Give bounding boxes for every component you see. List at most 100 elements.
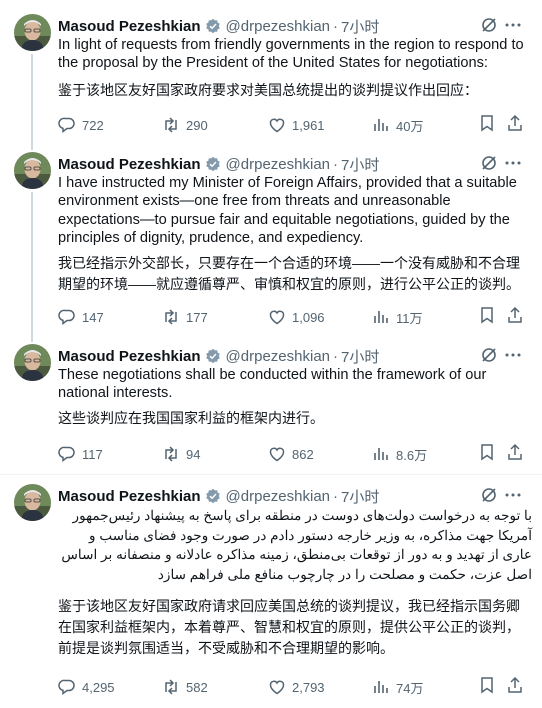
like-count: 1,096: [292, 309, 325, 325]
more-icon[interactable]: [504, 486, 522, 504]
post-text-zh: 我已经指示外交部长，只要存在一个合适的环境——一个没有威胁和不合理期望的环境——…: [58, 255, 520, 292]
grok-icon[interactable]: [480, 154, 498, 172]
separator-dot: ·: [333, 155, 338, 173]
reply-count: 147: [82, 309, 104, 325]
views-button[interactable]: 11万: [372, 306, 423, 328]
bookmark-icon: [478, 306, 496, 329]
reply-button[interactable]: 117: [58, 443, 103, 465]
post-time[interactable]: 7小时: [341, 154, 379, 175]
author-handle[interactable]: @drpezeshkian: [226, 18, 330, 35]
views-button[interactable]: 8.6万: [372, 443, 427, 465]
share-button[interactable]: [506, 443, 524, 465]
post[interactable]: Masoud Pezeshkian @drpezeshkian · 7小时 I …: [0, 152, 542, 332]
like-button[interactable]: 2,793: [268, 676, 325, 698]
reply-icon: [58, 678, 82, 696]
reply-count: 4,295: [82, 679, 115, 695]
bar-chart-icon: [372, 678, 396, 696]
avatar[interactable]: [14, 484, 51, 521]
reply-icon: [58, 308, 82, 326]
post-time[interactable]: 7小时: [341, 346, 379, 367]
avatar[interactable]: [14, 14, 51, 51]
author-name[interactable]: Masoud Pezeshkian: [58, 156, 201, 173]
view-count: 74万: [396, 680, 424, 696]
action-bar: 117 94 862 8.6万: [58, 443, 532, 465]
views-button[interactable]: 74万: [372, 676, 423, 698]
heart-icon: [268, 445, 292, 463]
post-text-en: In light of requests from friendly gover…: [58, 37, 524, 72]
share-icon: [506, 114, 524, 137]
repost-button[interactable]: 582: [162, 676, 208, 698]
separator-dot: ·: [333, 347, 338, 365]
post-header: Masoud Pezeshkian @drpezeshkian · 7小时: [58, 346, 379, 366]
post[interactable]: Masoud Pezeshkian @drpezeshkian · 7小时 با…: [0, 484, 542, 704]
heart-icon: [268, 308, 292, 326]
repost-button[interactable]: 177: [162, 306, 208, 328]
like-count: 1,961: [292, 117, 325, 133]
grok-icon[interactable]: [480, 346, 498, 364]
repost-button[interactable]: 290: [162, 114, 208, 136]
separator-dot: ·: [333, 17, 338, 35]
more-icon[interactable]: [504, 154, 522, 172]
reply-button[interactable]: 4,295: [58, 676, 115, 698]
share-button[interactable]: [506, 676, 524, 698]
author-name[interactable]: Masoud Pezeshkian: [58, 348, 201, 365]
reply-icon: [58, 445, 82, 463]
view-count: 8.6万: [396, 447, 428, 463]
share-icon: [506, 676, 524, 699]
author-handle[interactable]: @drpezeshkian: [226, 156, 330, 173]
bookmark-button[interactable]: [478, 114, 496, 136]
post[interactable]: Masoud Pezeshkian @drpezeshkian · 7小时 Th…: [0, 344, 542, 468]
thread: Masoud Pezeshkian @drpezeshkian · 7小时 In…: [0, 0, 542, 708]
like-button[interactable]: 1,961: [268, 114, 325, 136]
post-divider: [0, 474, 542, 475]
post-time[interactable]: 7小时: [341, 16, 379, 37]
post-header: Masoud Pezeshkian @drpezeshkian · 7小时: [58, 16, 379, 36]
author-name[interactable]: Masoud Pezeshkian: [58, 18, 201, 35]
repost-icon: [162, 445, 186, 463]
post-text-en: I have instructed my Minister of Foreign…: [58, 175, 517, 247]
reply-button[interactable]: 722: [58, 114, 104, 136]
reply-count: 117: [82, 446, 103, 462]
verified-badge-icon: [205, 348, 221, 364]
repost-count: 177: [186, 309, 208, 325]
share-button[interactable]: [506, 306, 524, 328]
bookmark-button[interactable]: [478, 443, 496, 465]
share-icon: [506, 306, 524, 329]
repost-button[interactable]: 94: [162, 443, 200, 465]
bookmark-icon: [478, 443, 496, 466]
bookmark-button[interactable]: [478, 306, 496, 328]
reply-icon: [58, 116, 82, 134]
reply-button[interactable]: 147: [58, 306, 104, 328]
bookmark-icon: [478, 676, 496, 699]
bookmark-button[interactable]: [478, 676, 496, 698]
share-button[interactable]: [506, 114, 524, 136]
share-icon: [506, 443, 524, 466]
more-icon[interactable]: [504, 16, 522, 34]
like-button[interactable]: 1,096: [268, 306, 325, 328]
reply-count: 722: [82, 117, 104, 133]
post[interactable]: Masoud Pezeshkian @drpezeshkian · 7小时 In…: [0, 14, 542, 148]
grok-icon[interactable]: [480, 16, 498, 34]
bar-chart-icon: [372, 308, 396, 326]
post-header: Masoud Pezeshkian @drpezeshkian · 7小时: [58, 486, 379, 506]
like-button[interactable]: 862: [268, 443, 314, 465]
post-header: Masoud Pezeshkian @drpezeshkian · 7小时: [58, 154, 379, 174]
action-bar: 722 290 1,961 40万: [58, 114, 532, 136]
view-count: 40万: [396, 118, 424, 134]
like-count: 862: [292, 446, 314, 462]
more-icon[interactable]: [504, 346, 522, 364]
heart-icon: [268, 678, 292, 696]
repost-icon: [162, 116, 186, 134]
repost-icon: [162, 308, 186, 326]
heart-icon: [268, 116, 292, 134]
views-button[interactable]: 40万: [372, 114, 423, 136]
like-count: 2,793: [292, 679, 325, 695]
grok-icon[interactable]: [480, 486, 498, 504]
author-name[interactable]: Masoud Pezeshkian: [58, 488, 201, 505]
post-time[interactable]: 7小时: [341, 486, 379, 507]
avatar[interactable]: [14, 152, 51, 189]
avatar[interactable]: [14, 344, 51, 381]
action-bar: 4,295 582 2,793 74万: [58, 676, 532, 698]
author-handle[interactable]: @drpezeshkian: [226, 488, 330, 505]
author-handle[interactable]: @drpezeshkian: [226, 348, 330, 365]
